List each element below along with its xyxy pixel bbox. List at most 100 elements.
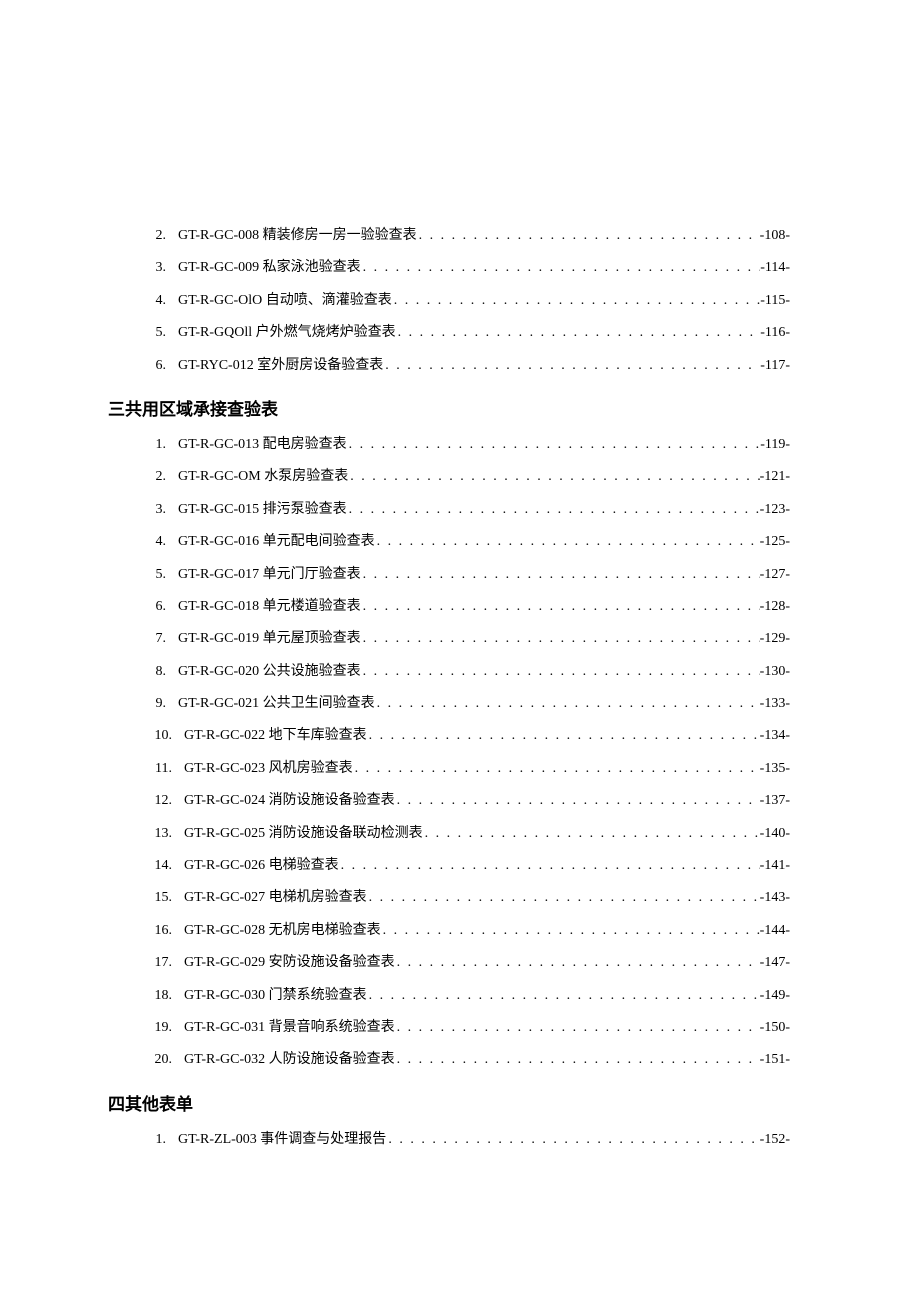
toc-entry: 2. GT-R-GC-008 精装修房一房一验验查表 . . . . . . .… [108, 225, 790, 247]
toc-page: -129- [760, 628, 790, 650]
toc-entry: 2. GT-R-GC-OM 水泵房验查表 . . . . . . . . . .… [108, 466, 790, 488]
toc-page: -125- [760, 531, 790, 553]
toc-number: 7. [148, 628, 178, 650]
toc-title: GT-R-GC-026 电梯验查表 [184, 855, 339, 877]
toc-title: GT-R-GC-OlO 自动喷、滴灌验查表 [178, 290, 392, 312]
toc-number: 10. [148, 725, 184, 747]
toc-entry: 18. GT-R-GC-030 门禁系统验查表 . . . . . . . . … [108, 985, 790, 1007]
toc-page: -150- [760, 1017, 790, 1039]
toc-title: GT-R-GC-OM 水泵房验查表 [178, 466, 348, 488]
toc-entry: 4. GT-R-GC-016 单元配电间验查表 . . . . . . . . … [108, 531, 790, 553]
toc-title: GT-R-GC-023 风机房验查表 [184, 758, 353, 780]
toc-entry: 16. GT-R-GC-028 无机房电梯验查表 . . . . . . . .… [108, 920, 790, 942]
toc-title: GT-R-GC-013 配电房验查表 [178, 434, 347, 456]
toc-dots: . . . . . . . . . . . . . . . . . . . . … [395, 1017, 760, 1039]
toc-page: -121- [760, 466, 790, 488]
toc-title: GT-R-GC-028 无机房电梯验查表 [184, 920, 381, 942]
toc-entry: 11. GT-R-GC-023 风机房验查表 . . . . . . . . .… [108, 758, 790, 780]
section-heading-3: 三共用区域承接查验表 [108, 395, 790, 420]
toc-number: 19. [148, 1017, 184, 1039]
toc-group-1: 2. GT-R-GC-008 精装修房一房一验验查表 . . . . . . .… [108, 225, 790, 377]
toc-entry: 1. GT-R-GC-013 配电房验查表 . . . . . . . . . … [108, 434, 790, 456]
toc-number: 16. [148, 920, 184, 942]
toc-number: 3. [148, 499, 178, 521]
toc-page: -151- [760, 1049, 790, 1071]
toc-dots: . . . . . . . . . . . . . . . . . . . . … [361, 257, 761, 279]
toc-dots: . . . . . . . . . . . . . . . . . . . . … [395, 952, 760, 974]
toc-page: -108- [760, 225, 790, 247]
toc-title: GT-R-ZL-003 事件调查与处理报告 [178, 1129, 386, 1151]
toc-title: GT-R-GC-021 公共卫生间验查表 [178, 693, 375, 715]
toc-page: -149- [760, 985, 790, 1007]
toc-page: -147- [760, 952, 790, 974]
toc-title: GT-R-GC-031 背景音响系统验查表 [184, 1017, 395, 1039]
toc-dots: . . . . . . . . . . . . . . . . . . . . … [348, 466, 759, 488]
toc-entry: 6. GT-RYC-012 室外厨房设备验查表 . . . . . . . . … [108, 355, 790, 377]
toc-dots: . . . . . . . . . . . . . . . . . . . . … [396, 322, 761, 344]
toc-entry: 5. GT-R-GQOll 户外燃气烧烤炉验查表 . . . . . . . .… [108, 322, 790, 344]
toc-dots: . . . . . . . . . . . . . . . . . . . . … [395, 790, 760, 812]
toc-dots: . . . . . . . . . . . . . . . . . . . . … [367, 887, 760, 909]
toc-title: GT-R-GC-024 消防设施设备验查表 [184, 790, 395, 812]
toc-number: 1. [148, 434, 178, 456]
toc-page: -137- [760, 790, 790, 812]
toc-title: GT-R-GC-008 精装修房一房一验验查表 [178, 225, 417, 247]
toc-page: -127- [760, 564, 790, 586]
toc-title: GT-R-GC-020 公共设施验查表 [178, 661, 361, 683]
toc-page: -135- [760, 758, 790, 780]
toc-page: -114- [760, 257, 790, 279]
toc-number: 2. [148, 225, 178, 247]
toc-entry: 15. GT-R-GC-027 电梯机房验查表 . . . . . . . . … [108, 887, 790, 909]
toc-dots: . . . . . . . . . . . . . . . . . . . . … [361, 628, 760, 650]
toc-title: GT-R-GC-022 地下车库验查表 [184, 725, 367, 747]
toc-page: -144- [760, 920, 790, 942]
toc-entry: 17. GT-R-GC-029 安防设施设备验查表 . . . . . . . … [108, 952, 790, 974]
toc-entry: 19. GT-R-GC-031 背景音响系统验查表 . . . . . . . … [108, 1017, 790, 1039]
toc-title: GT-RYC-012 室外厨房设备验查表 [178, 355, 383, 377]
toc-number: 11. [148, 758, 184, 780]
toc-dots: . . . . . . . . . . . . . . . . . . . . … [347, 434, 761, 456]
toc-title: GT-R-GC-009 私家泳池验查表 [178, 257, 361, 279]
toc-number: 2. [148, 466, 178, 488]
toc-title: GT-R-GC-030 门禁系统验查表 [184, 985, 367, 1007]
toc-dots: . . . . . . . . . . . . . . . . . . . . … [381, 920, 760, 942]
toc-number: 14. [148, 855, 184, 877]
toc-number: 13. [148, 823, 184, 845]
toc-number: 1. [148, 1129, 178, 1151]
toc-dots: . . . . . . . . . . . . . . . . . . . . … [367, 725, 760, 747]
toc-dots: . . . . . . . . . . . . . . . . . . . . … [375, 693, 760, 715]
toc-page: -133- [760, 693, 790, 715]
toc-page: -123- [760, 499, 790, 521]
toc-number: 12. [148, 790, 184, 812]
toc-entry: 14. GT-R-GC-026 电梯验查表 . . . . . . . . . … [108, 855, 790, 877]
toc-page: -117- [760, 355, 790, 377]
toc-entry: 1. GT-R-ZL-003 事件调查与处理报告 . . . . . . . .… [108, 1129, 790, 1151]
toc-number: 20. [148, 1049, 184, 1071]
toc-page: -128- [760, 596, 790, 618]
toc-page: -143- [760, 887, 790, 909]
toc-dots: . . . . . . . . . . . . . . . . . . . . … [417, 225, 760, 247]
toc-page: -116- [760, 322, 790, 344]
toc-number: 5. [148, 322, 178, 344]
toc-dots: . . . . . . . . . . . . . . . . . . . . … [423, 823, 760, 845]
toc-entry: 9. GT-R-GC-021 公共卫生间验查表 . . . . . . . . … [108, 693, 790, 715]
toc-page: -152- [760, 1129, 790, 1151]
toc-dots: . . . . . . . . . . . . . . . . . . . . … [361, 596, 760, 618]
toc-page: -134- [760, 725, 790, 747]
section-heading-4: 四其他表单 [108, 1090, 790, 1115]
toc-entry: 3. GT-R-GC-015 排污泵验查表 . . . . . . . . . … [108, 499, 790, 521]
toc-page: -140- [760, 823, 790, 845]
toc-number: 9. [148, 693, 178, 715]
toc-entry: 7. GT-R-GC-019 单元屋顶验查表 . . . . . . . . .… [108, 628, 790, 650]
toc-number: 6. [148, 596, 178, 618]
toc-title: GT-R-GC-029 安防设施设备验查表 [184, 952, 395, 974]
toc-entry: 3. GT-R-GC-009 私家泳池验查表 . . . . . . . . .… [108, 257, 790, 279]
toc-entry: 13. GT-R-GC-025 消防设施设备联动检测表 . . . . . . … [108, 823, 790, 845]
toc-entry: 10. GT-R-GC-022 地下车库验查表 . . . . . . . . … [108, 725, 790, 747]
toc-dots: . . . . . . . . . . . . . . . . . . . . … [361, 661, 760, 683]
toc-entry: 12. GT-R-GC-024 消防设施设备验查表 . . . . . . . … [108, 790, 790, 812]
toc-number: 17. [148, 952, 184, 974]
toc-dots: . . . . . . . . . . . . . . . . . . . . … [361, 564, 760, 586]
toc-title: GT-R-GQOll 户外燃气烧烤炉验查表 [178, 322, 396, 344]
toc-dots: . . . . . . . . . . . . . . . . . . . . … [375, 531, 760, 553]
